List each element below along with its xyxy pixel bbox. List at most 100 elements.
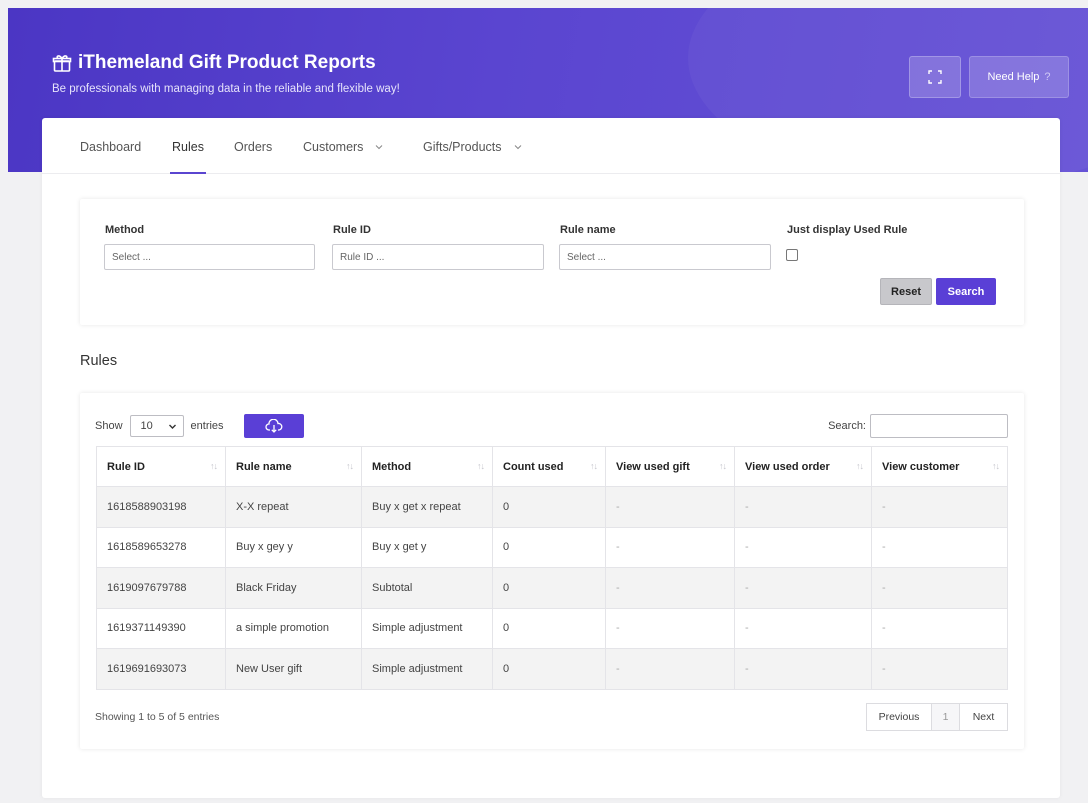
column-header-view-customer[interactable]: View customer ↑↓	[871, 446, 1008, 487]
cell-rule-id: 1618588903198	[96, 486, 226, 528]
table-search-label: Search:	[828, 420, 866, 432]
tab-dashboard[interactable]: Dashboard	[80, 140, 141, 154]
app-subtitle: Be professionals with managing data in t…	[52, 83, 400, 95]
sort-icon: ↑↓	[590, 461, 598, 471]
sort-icon: ↑↓	[210, 461, 218, 471]
search-button[interactable]: Search	[936, 278, 996, 305]
gift-icon	[52, 55, 72, 72]
rules-table: Rule ID ↑↓ Rule name ↑↓ Method ↑↓ Count use…	[96, 446, 1008, 690]
active-tab-indicator	[170, 172, 206, 174]
cell-rule-id: 1619691693073	[96, 648, 226, 690]
tab-rules-label: Rules	[172, 140, 204, 154]
table-info: Showing 1 to 5 of 5 entries	[95, 711, 220, 723]
cell-rule-name: a simple promotion	[225, 607, 362, 649]
table-search: Search:	[828, 414, 1008, 438]
cell-view-used-order: -	[734, 648, 872, 690]
method-label: Method	[105, 224, 145, 236]
cell-method: Subtotal	[361, 567, 493, 609]
entries-value: 10	[140, 420, 153, 432]
pagination: Previous 1 Next	[866, 703, 1008, 731]
rule-id-input[interactable]: Rule ID ...	[332, 244, 544, 270]
cell-view-customer: -	[871, 486, 1008, 528]
rule-name-select[interactable]: Select ...	[559, 244, 771, 270]
cell-view-used-gift: -	[605, 607, 735, 649]
cell-view-used-gift: -	[605, 648, 735, 690]
method-placeholder: Select ...	[112, 251, 151, 263]
table-search-input[interactable]	[870, 414, 1008, 438]
cell-view-used-order: -	[734, 486, 872, 528]
cell-view-customer: -	[871, 567, 1008, 609]
main-card: Dashboard Rules Orders Customers Gifts/P…	[42, 118, 1060, 798]
need-help-label: Need Help	[987, 71, 1040, 83]
rules-table-panel: Show 10 entries Search: Rule ID ↑↓ Rule …	[80, 393, 1024, 749]
cell-count-used: 0	[492, 486, 606, 528]
tab-orders[interactable]: Orders	[234, 140, 272, 154]
column-header-count-used[interactable]: Count used ↑↓	[492, 446, 606, 487]
download-button[interactable]	[244, 414, 304, 438]
need-help-button[interactable]: Need Help ?	[969, 56, 1069, 98]
chevron-down-icon	[376, 145, 383, 150]
entries-select[interactable]: 10	[129, 415, 184, 437]
cell-method: Buy x get y	[361, 526, 493, 568]
rule-name-label: Rule name	[560, 224, 616, 236]
sort-icon: ↑↓	[992, 461, 1000, 471]
chevron-down-icon	[168, 424, 176, 429]
app-title: iThemeland Gift Product Reports	[78, 52, 376, 73]
previous-page-button[interactable]: Previous	[866, 703, 932, 731]
cell-view-used-gift: -	[605, 486, 735, 528]
question-icon: ?	[1044, 71, 1051, 83]
cell-count-used: 0	[492, 607, 606, 649]
column-header-rule-name[interactable]: Rule name ↑↓	[225, 446, 362, 487]
tab-customers[interactable]: Customers	[303, 140, 383, 154]
column-header-rule-id[interactable]: Rule ID ↑↓	[96, 446, 226, 487]
fullscreen-icon	[928, 70, 942, 84]
tab-orders-label: Orders	[234, 140, 273, 154]
cell-view-used-gift: -	[605, 526, 735, 568]
method-select[interactable]: Select ...	[104, 244, 315, 270]
tab-gifts-products-label: Gifts/Products	[423, 140, 502, 154]
table-row: 1619371149390 a simple promotion Simple …	[96, 607, 1008, 649]
column-header-view-used-order[interactable]: View used order ↑↓	[734, 446, 872, 487]
used-rule-label: Just display Used Rule	[787, 224, 908, 236]
sort-icon: ↑↓	[856, 461, 864, 471]
sort-icon: ↑↓	[477, 461, 485, 471]
reset-button[interactable]: Reset	[880, 278, 932, 305]
cell-method: Simple adjustment	[361, 648, 493, 690]
cell-rule-id: 1618589653278	[96, 526, 226, 568]
cell-method: Simple adjustment	[361, 607, 493, 649]
tab-gifts-products[interactable]: Gifts/Products	[423, 140, 522, 154]
table-header-row: Rule ID ↑↓ Rule name ↑↓ Method ↑↓ Count use…	[96, 446, 1008, 487]
fullscreen-button[interactable]	[909, 56, 961, 98]
cell-view-used-order: -	[734, 526, 872, 568]
cell-view-used-gift: -	[605, 567, 735, 609]
next-page-button[interactable]: Next	[960, 703, 1008, 731]
table-row: 1619097679788 Black Friday Subtotal 0 - …	[96, 567, 1008, 609]
nav-bar: Dashboard Rules Orders Customers Gifts/P…	[42, 118, 1060, 174]
sort-icon: ↑↓	[719, 461, 727, 471]
column-header-view-used-gift[interactable]: View used gift ↑↓	[605, 446, 735, 487]
table-row: 1618588903198 X-X repeat Buy x get x rep…	[96, 486, 1008, 528]
page-number-button[interactable]: 1	[932, 703, 960, 731]
cell-view-used-order: -	[734, 567, 872, 609]
cell-count-used: 0	[492, 526, 606, 568]
cell-rule-id: 1619097679788	[96, 567, 226, 609]
cell-view-customer: -	[871, 648, 1008, 690]
cell-view-used-order: -	[734, 607, 872, 649]
used-rule-checkbox[interactable]	[786, 249, 798, 261]
column-header-method[interactable]: Method ↑↓	[361, 446, 493, 487]
table-row: 1619691693073 New User gift Simple adjus…	[96, 648, 1008, 690]
entries-label: entries	[190, 420, 224, 432]
rule-id-label: Rule ID	[333, 224, 371, 236]
brand: iThemeland Gift Product Reports	[52, 52, 376, 74]
filter-panel: Method Select ... Rule ID Rule ID ... Ru…	[80, 199, 1024, 325]
rule-name-placeholder: Select ...	[567, 251, 606, 263]
tab-rules[interactable]: Rules	[172, 140, 204, 154]
tab-customers-label: Customers	[303, 140, 364, 154]
sort-icon: ↑↓	[346, 461, 354, 471]
cell-method: Buy x get x repeat	[361, 486, 493, 528]
cell-view-customer: -	[871, 526, 1008, 568]
cell-rule-name: Buy x gey y	[225, 526, 362, 568]
cell-rule-name: X-X repeat	[225, 486, 362, 528]
show-label: Show	[95, 420, 123, 432]
cell-view-customer: -	[871, 607, 1008, 649]
